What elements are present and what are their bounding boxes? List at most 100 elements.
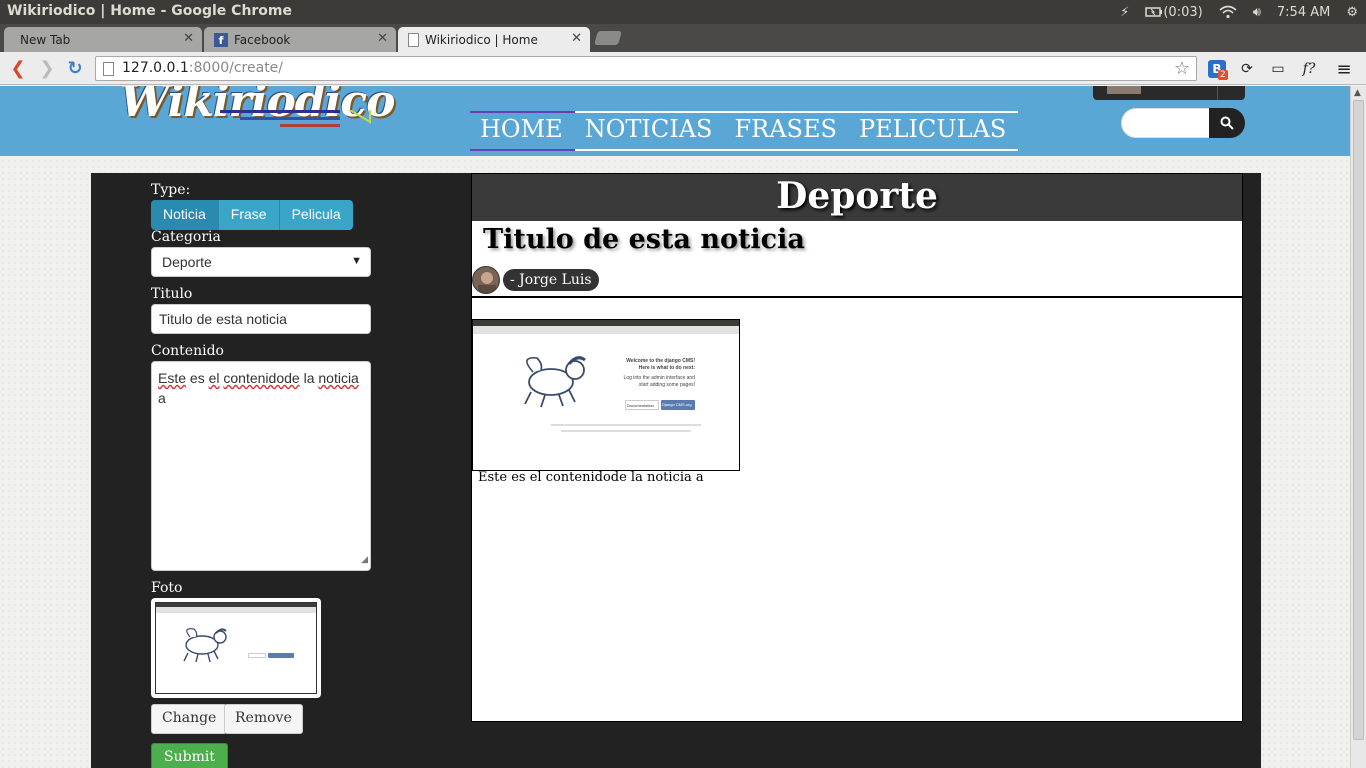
type-label: Type: <box>151 182 191 198</box>
category-title: Deporte <box>776 175 938 217</box>
titulo-label: Titulo <box>151 286 193 302</box>
divider <box>472 296 1242 298</box>
back-icon[interactable]: ❮ <box>7 57 29 79</box>
resize-handle-icon[interactable]: ◢ <box>361 549 368 569</box>
url-path: :8000/create/ <box>188 60 284 76</box>
divider <box>1217 86 1218 100</box>
titulo-value: Titulo de esta noticia <box>159 311 287 327</box>
word: la <box>303 370 315 386</box>
titulo-input[interactable]: Titulo de esta noticia <box>151 304 371 334</box>
page-content: Wikiriodico HOME NOTICIAS FRASES PELICUL… <box>0 86 1350 768</box>
preview-body: Este es el contenidode la noticia a <box>478 470 704 485</box>
contenido-label: Contenido <box>151 343 224 359</box>
mini-toolbar <box>156 607 316 613</box>
word: a <box>158 390 166 406</box>
tab-new-tab[interactable]: New Tab ✕ <box>4 27 202 52</box>
close-icon[interactable]: ✕ <box>571 31 582 46</box>
bolt-icon[interactable]: ⚡ <box>1112 0 1137 24</box>
mini-line2: start adding some pages! <box>638 382 695 388</box>
site-header: Wikiriodico HOME NOTICIAS FRASES PELICUL… <box>0 86 1350 156</box>
word: contenidode <box>223 370 300 386</box>
mini-doc-button <box>248 653 266 658</box>
preview-title: Titulo de esta noticia <box>483 224 805 255</box>
mini-doc-button: Documentation <box>625 400 659 410</box>
nav-peliculas[interactable]: PELICULAS <box>849 113 1018 149</box>
categoria-select[interactable]: Deporte ▼ <box>151 247 371 277</box>
facebook-icon: f <box>214 32 228 47</box>
mini-toolbar <box>473 326 739 334</box>
tab-strip: New Tab ✕ f Facebook ✕ Wikiriodico | Hom… <box>0 24 1366 52</box>
page-scrollbar[interactable]: ▲ <box>1350 86 1366 768</box>
close-icon[interactable]: ✕ <box>377 31 388 46</box>
word: noticia <box>318 370 359 386</box>
categoria-label: Categoria <box>151 229 221 245</box>
change-button[interactable]: Change <box>151 704 228 734</box>
extension-keyboard-icon[interactable]: ▭ <box>1267 58 1289 80</box>
user-box[interactable] <box>1093 86 1245 100</box>
nav-home[interactable]: HOME <box>470 111 575 151</box>
remove-button[interactable]: Remove <box>224 704 303 734</box>
mini-line1: Log into the admin interface and <box>623 375 695 381</box>
mini-subtitle: Here is what to do next: <box>638 365 695 371</box>
thumbnail-image <box>155 602 317 694</box>
search-form <box>1121 108 1245 138</box>
photo-thumbnail <box>151 598 321 698</box>
tab-label: New Tab <box>20 32 71 47</box>
reload-icon[interactable]: ↻ <box>64 57 86 79</box>
browser-toolbar: ❮ ❯ ↻ 127.0.0.1:8000/create/ ☆ B 2 ⟳ ▭ f… <box>0 52 1366 85</box>
categoria-value: Deporte <box>162 254 212 270</box>
site-logo[interactable]: Wikiriodico <box>120 86 395 144</box>
new-tab-button[interactable] <box>594 31 622 45</box>
word: el <box>208 370 220 386</box>
tab-wikiriodico[interactable]: Wikiriodico | Home ✕ <box>398 27 590 52</box>
clock[interactable]: 7:54 AM <box>1269 0 1338 24</box>
scroll-up-icon[interactable]: ▲ <box>1354 88 1361 98</box>
extension-f-icon[interactable]: f? <box>1298 58 1320 80</box>
word: Este <box>158 370 187 386</box>
tab-label: Facebook <box>234 32 291 47</box>
submit-button[interactable]: Submit <box>151 743 228 768</box>
search-icon <box>1220 116 1234 130</box>
type-pelicula-button[interactable]: Pelicula <box>279 200 353 230</box>
word: es <box>189 370 205 386</box>
preview-image: Welcome to the django CMS! Here is what … <box>472 319 740 471</box>
category-header: Deporte <box>472 174 1242 221</box>
forward-icon[interactable]: ❯ <box>36 57 58 79</box>
gear-icon[interactable]: ⚙ <box>1338 0 1366 24</box>
battery-icon <box>1145 7 1163 17</box>
search-input[interactable] <box>1121 108 1211 138</box>
author-tag[interactable]: - Jorge Luis <box>503 269 599 291</box>
news-preview: Deporte Titulo de esta noticia - Jorge L… <box>471 173 1243 722</box>
extension-badge: 2 <box>1218 70 1228 80</box>
battery-indicator[interactable]: (0:03) <box>1137 0 1210 24</box>
type-button-group: Noticia Frase Pelicula <box>151 200 353 230</box>
page-icon <box>103 62 114 76</box>
extension-sync-icon[interactable]: ⟳ <box>1236 58 1258 80</box>
close-icon[interactable]: ✕ <box>183 31 194 46</box>
volume-icon[interactable]: 🔊︎ <box>1245 0 1269 24</box>
contenido-textarea[interactable]: Este es el contenidode la noticia a ◢ <box>151 361 371 571</box>
mini-footer-line <box>561 430 691 432</box>
create-panel: Type: Noticia Frase Pelicula Categoria D… <box>91 173 1261 768</box>
nav-frases[interactable]: FRASES <box>724 113 848 149</box>
tab-facebook[interactable]: f Facebook ✕ <box>204 27 396 52</box>
bookmark-star-icon[interactable]: ☆ <box>1174 58 1190 79</box>
address-bar[interactable]: 127.0.0.1:8000/create/ ☆ <box>95 56 1197 81</box>
type-frase-button[interactable]: Frase <box>218 200 280 230</box>
mini-cms-button: Django CMS.org <box>661 400 695 410</box>
scrollbar-thumb[interactable] <box>1353 100 1364 740</box>
menu-icon[interactable]: ≡ <box>1333 58 1355 80</box>
foto-label: Foto <box>151 580 183 596</box>
mini-welcome: Welcome to the django CMS! <box>626 358 695 364</box>
type-noticia-button[interactable]: Noticia <box>151 200 219 230</box>
django-pony-image <box>183 628 227 663</box>
extension-b-icon[interactable]: B 2 <box>1206 58 1228 80</box>
tab-label: Wikiriodico | Home <box>425 32 538 47</box>
mini-cms-button <box>268 653 294 658</box>
search-button[interactable] <box>1209 108 1245 138</box>
chevron-down-icon: ▼ <box>351 255 362 267</box>
window-title: Wikiriodico | Home - Google Chrome <box>7 3 293 19</box>
wifi-icon[interactable] <box>1211 0 1245 24</box>
nav-noticias[interactable]: NOTICIAS <box>575 113 725 149</box>
main-nav: HOME NOTICIAS FRASES PELICULAS <box>470 111 1019 151</box>
